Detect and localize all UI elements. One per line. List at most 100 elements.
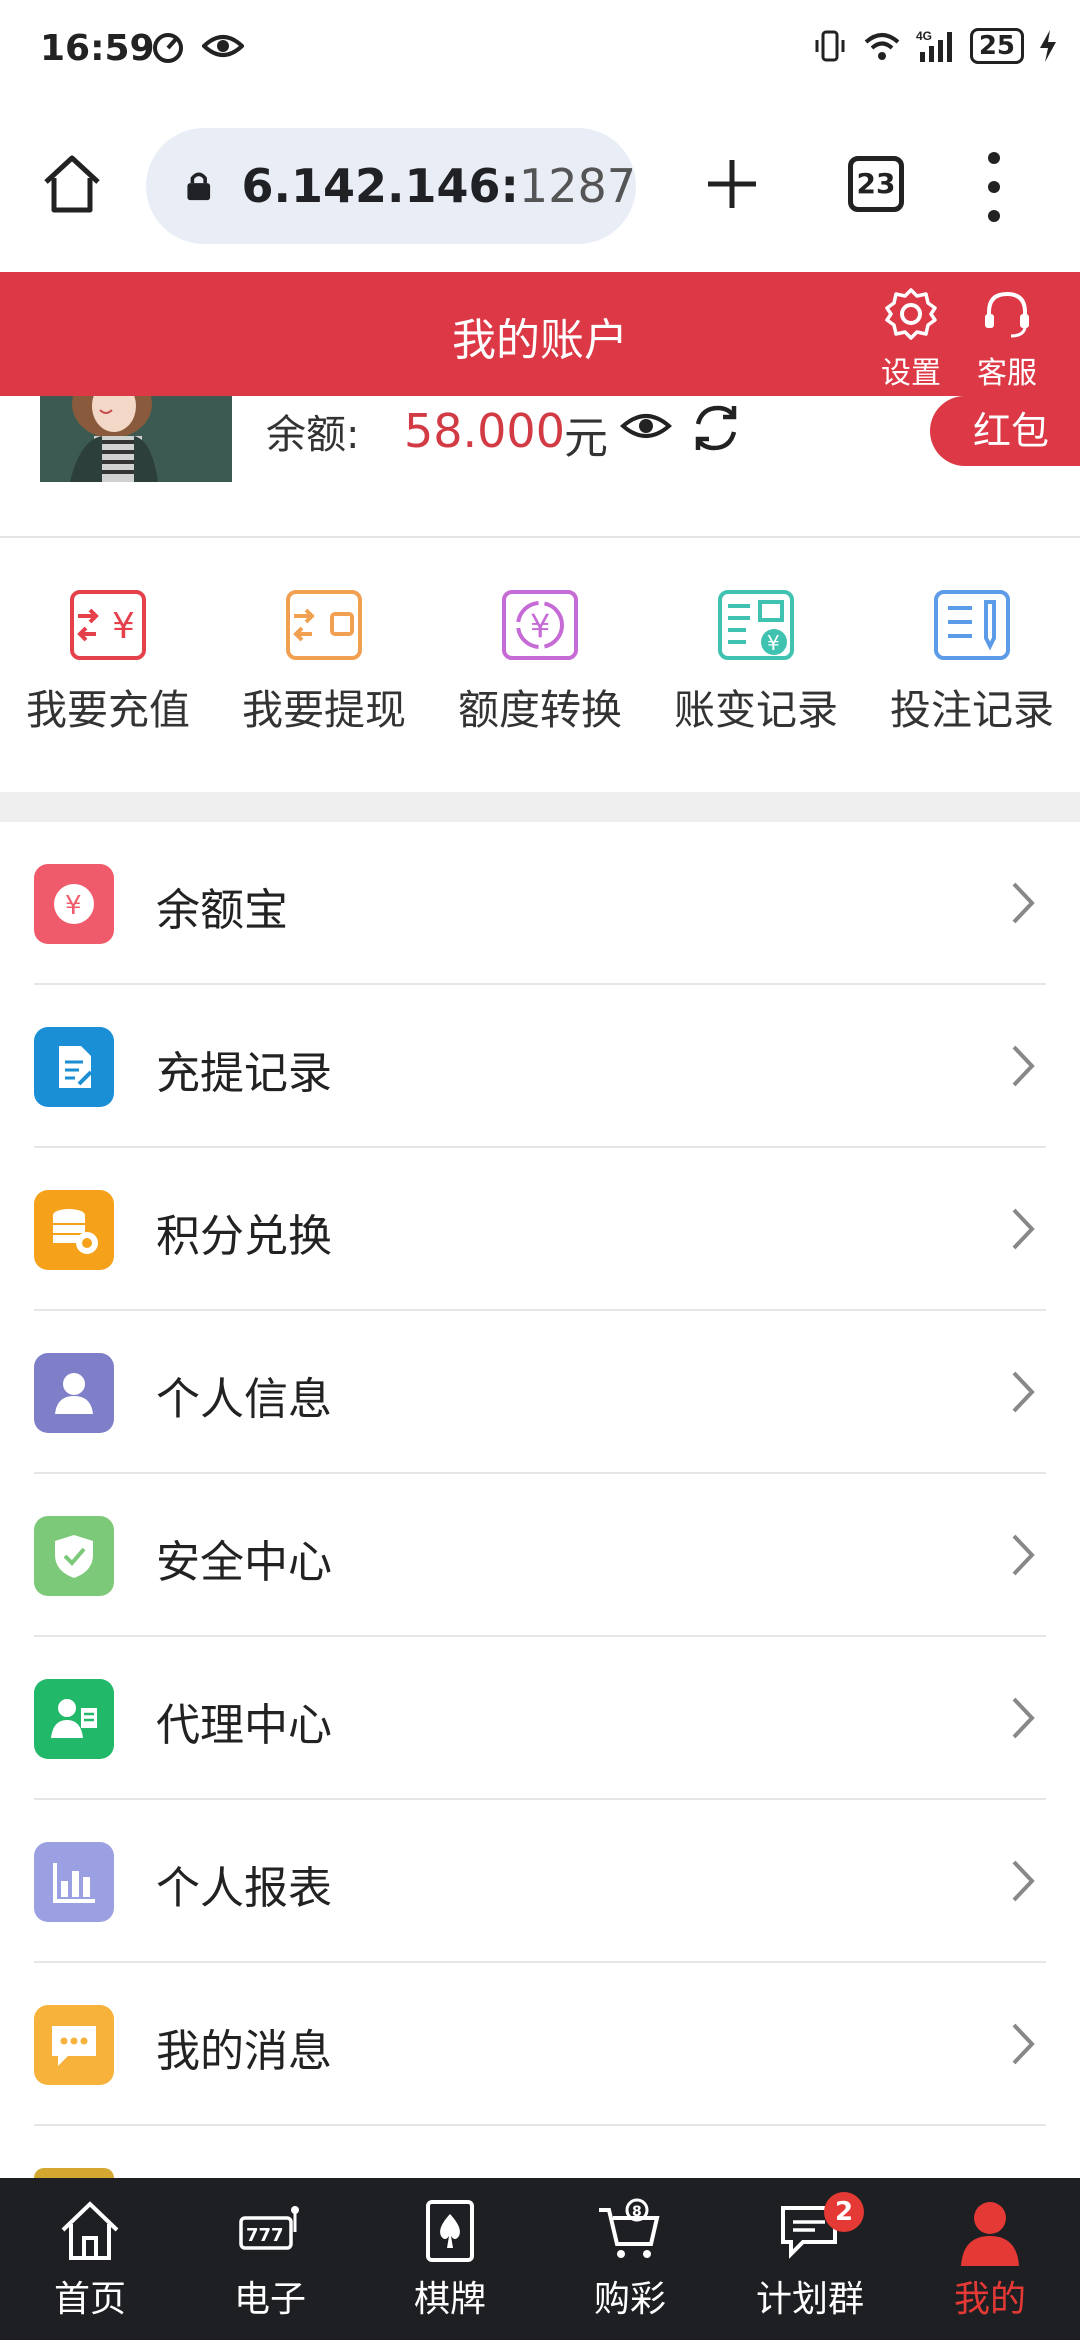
menu-item-security-center[interactable]: 安全中心 [34, 1474, 1046, 1637]
svg-text:¥: ¥ [112, 606, 135, 647]
red-packet-button[interactable]: 红包 [930, 396, 1080, 466]
status-bar: 16:59 4G 25 [0, 0, 1080, 100]
vibrate-icon [815, 30, 845, 62]
chevron-right-icon [1012, 882, 1035, 924]
browser-toolbar: 6.142.146:1287 23 [0, 100, 1080, 270]
eye-icon[interactable] [620, 406, 672, 446]
section-divider [0, 792, 1080, 822]
gear-icon [885, 288, 937, 340]
menu-item-label: 代理中心 [156, 1700, 332, 1751]
quick-action-account-log[interactable]: ¥ 账变记录 [648, 540, 864, 790]
menu-item-personal-report[interactable]: 个人报表 [34, 1800, 1046, 1963]
menu-item-label: 安全中心 [156, 1537, 332, 1588]
chevron-right-icon [1012, 1045, 1035, 1087]
menu-item-label: 积分兑换 [156, 1211, 332, 1262]
home-icon [61, 2201, 119, 2260]
next-menu-item-partial [34, 2168, 114, 2178]
menu-item-personal-info[interactable]: 个人信息 [34, 1311, 1046, 1474]
url-text: 6.142.146:1287 [242, 159, 636, 213]
home-icon[interactable] [40, 152, 104, 216]
customer-service-button[interactable]: 客服 [962, 286, 1052, 392]
nav-label: 购彩 [593, 2279, 666, 2320]
nav-chess-cards[interactable]: 棋牌 [360, 2178, 540, 2340]
chevron-right-icon [1012, 1534, 1035, 1576]
nav-mine[interactable]: 我的 [900, 2178, 1080, 2340]
speed-icon [153, 33, 183, 63]
tab-switcher-button[interactable]: 23 [848, 156, 904, 212]
nav-plan-group[interactable]: 2 计划群 [720, 2178, 900, 2340]
agent-icon [34, 1679, 114, 1759]
refresh-icon[interactable] [688, 400, 744, 456]
menu-item-label: 个人信息 [156, 1374, 332, 1425]
new-tab-icon[interactable] [700, 152, 764, 216]
quick-action-transfer[interactable]: ¥ 额度转换 [432, 540, 648, 790]
signal-icon: 4G [916, 29, 952, 62]
svg-text:777: 777 [246, 2225, 284, 2246]
menu-item-label: 个人报表 [156, 1863, 332, 1914]
settings-button[interactable]: 设置 [866, 286, 956, 392]
address-bar[interactable]: 6.142.146:1287 [146, 128, 636, 244]
menu-item-label: 余额宝 [156, 885, 288, 936]
lottery-cart-icon: 8 [599, 2198, 660, 2258]
nav-electronic[interactable]: 777 电子 [180, 2178, 360, 2340]
menu-item-label: 我的消息 [156, 2026, 332, 2077]
profile-section: 余额: 58.000 元 红包 [0, 396, 1080, 538]
bet-record-icon [934, 590, 1010, 660]
nav-buy-lottery[interactable]: 8 购彩 [540, 2178, 720, 2340]
balance-label: 余额: [266, 412, 360, 458]
quick-action-label: 我要提现 [242, 686, 406, 734]
quick-actions: ¥ 我要充值 我要提现 ¥ 额度转换 ¥ 账变记录 投注记录 [0, 540, 1080, 790]
shield-icon [34, 1516, 114, 1596]
chevron-right-icon [1012, 1371, 1035, 1413]
notification-badge: 2 [824, 2192, 864, 2232]
recharge-icon: ¥ [70, 590, 146, 660]
message-icon [34, 2005, 114, 2085]
menu-item-points-exchange[interactable]: 积分兑换 [34, 1148, 1046, 1311]
avatar[interactable] [40, 396, 232, 482]
browser-menu-icon[interactable] [982, 152, 1006, 222]
slot-icon: 777 [239, 2206, 299, 2250]
transfer-icon: ¥ [502, 590, 578, 660]
quick-action-label: 我要充值 [26, 686, 190, 734]
yuebao-icon: ¥ [34, 864, 114, 944]
svg-text:8: 8 [632, 2204, 642, 2220]
wifi-icon [864, 33, 900, 60]
menu-item-deposit-record[interactable]: 充提记录 [34, 985, 1046, 1148]
nav-label: 我的 [953, 2279, 1026, 2320]
page-header: 我的账户 设置 客服 [0, 272, 1080, 396]
svg-text:¥: ¥ [767, 631, 780, 655]
quick-action-withdraw[interactable]: 我要提现 [216, 540, 432, 790]
quick-action-recharge[interactable]: ¥ 我要充值 [0, 540, 216, 790]
chevron-right-icon [1012, 1860, 1035, 1902]
user-icon [34, 1353, 114, 1433]
svg-text:4G: 4G [916, 29, 932, 43]
eye-status-icon [202, 35, 244, 57]
charging-icon [1040, 30, 1056, 62]
service-label: 客服 [977, 356, 1037, 391]
chevron-right-icon [1012, 1697, 1035, 1739]
menu-item-my-messages[interactable]: 我的消息 [34, 1963, 1046, 2126]
settings-label: 设置 [881, 356, 941, 391]
account-log-icon: ¥ [718, 590, 794, 660]
headset-icon [985, 291, 1029, 338]
battery-indicator: 25 [969, 28, 1024, 64]
lock-icon [187, 172, 211, 201]
bottom-navigation: 首页 777 电子 棋牌 8 购彩 2 计划群 我的 [0, 2178, 1080, 2340]
report-icon [34, 1842, 114, 1922]
deposit-record-icon [34, 1027, 114, 1107]
nav-label: 电子 [233, 2279, 306, 2320]
status-left-icons [150, 28, 244, 64]
nav-label: 计划群 [755, 2279, 864, 2320]
nav-home[interactable]: 首页 [0, 2178, 180, 2340]
status-right-icons: 4G 25 [812, 28, 1058, 64]
svg-text:¥: ¥ [65, 891, 82, 921]
url-port: 1287 [518, 159, 636, 213]
menu-item-yuebao[interactable]: ¥ 余额宝 [34, 822, 1046, 985]
quick-action-bet-record[interactable]: 投注记录 [864, 540, 1080, 790]
chevron-right-icon [1012, 1208, 1035, 1250]
card-icon [426, 2200, 474, 2262]
nav-label: 棋牌 [413, 2279, 486, 2320]
menu-item-agent-center[interactable]: 代理中心 [34, 1637, 1046, 1800]
url-host: 6.142.146: [241, 159, 519, 213]
balance-value: 58.000 [404, 404, 565, 458]
